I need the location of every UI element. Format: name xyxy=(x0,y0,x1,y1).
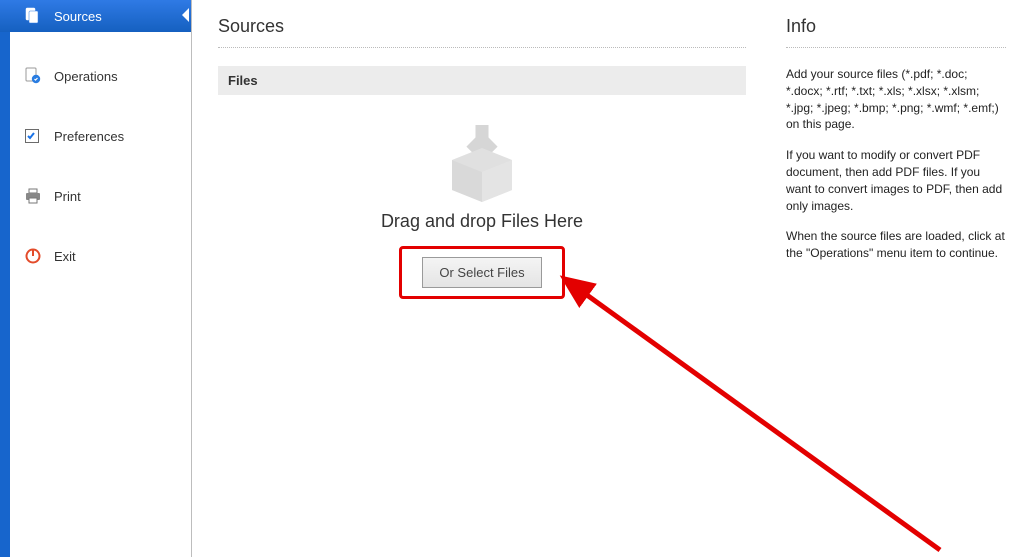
chevron-right-icon xyxy=(182,8,189,22)
info-title: Info xyxy=(786,16,1006,37)
info-text: Add your source files (*.pdf; *.doc; *.d… xyxy=(786,66,1006,262)
print-icon xyxy=(24,187,42,205)
sidebar-item-operations[interactable]: Operations xyxy=(0,60,191,92)
dropzone-label: Drag and drop Files Here xyxy=(381,211,583,232)
page-title: Sources xyxy=(218,16,746,37)
sidebar-item-label: Exit xyxy=(54,249,76,264)
download-box-icon xyxy=(437,115,527,205)
sidebar-item-label: Sources xyxy=(54,9,102,24)
sidebar-item-print[interactable]: Print xyxy=(0,180,191,212)
select-files-button[interactable]: Or Select Files xyxy=(422,257,541,288)
sidebar-item-label: Preferences xyxy=(54,129,124,144)
files-section-header: Files xyxy=(218,66,746,95)
select-files-highlight: Or Select Files xyxy=(399,246,564,299)
sidebar-item-exit[interactable]: Exit xyxy=(0,240,191,272)
sidebar-item-preferences[interactable]: Preferences xyxy=(0,120,191,152)
operations-icon xyxy=(24,67,42,85)
separator xyxy=(218,47,746,48)
separator xyxy=(786,47,1006,48)
info-panel: Info Add your source files (*.pdf; *.doc… xyxy=(774,0,1022,557)
exit-icon xyxy=(24,247,42,265)
sidebar-item-sources[interactable]: Sources xyxy=(0,0,191,32)
info-paragraph: Add your source files (*.pdf; *.doc; *.d… xyxy=(786,66,1006,133)
preferences-icon xyxy=(24,127,42,145)
sources-icon xyxy=(24,7,42,25)
sidebar: Sources Operations Preferences xyxy=(0,0,192,557)
sidebar-item-label: Operations xyxy=(54,69,118,84)
file-dropzone[interactable]: Drag and drop Files Here Or Select Files xyxy=(218,115,746,299)
info-paragraph: If you want to modify or convert PDF doc… xyxy=(786,147,1006,214)
info-paragraph: When the source files are loaded, click … xyxy=(786,228,1006,262)
sidebar-item-label: Print xyxy=(54,189,81,204)
main-content: Sources Files Drag and drop Files Here O… xyxy=(192,0,774,557)
